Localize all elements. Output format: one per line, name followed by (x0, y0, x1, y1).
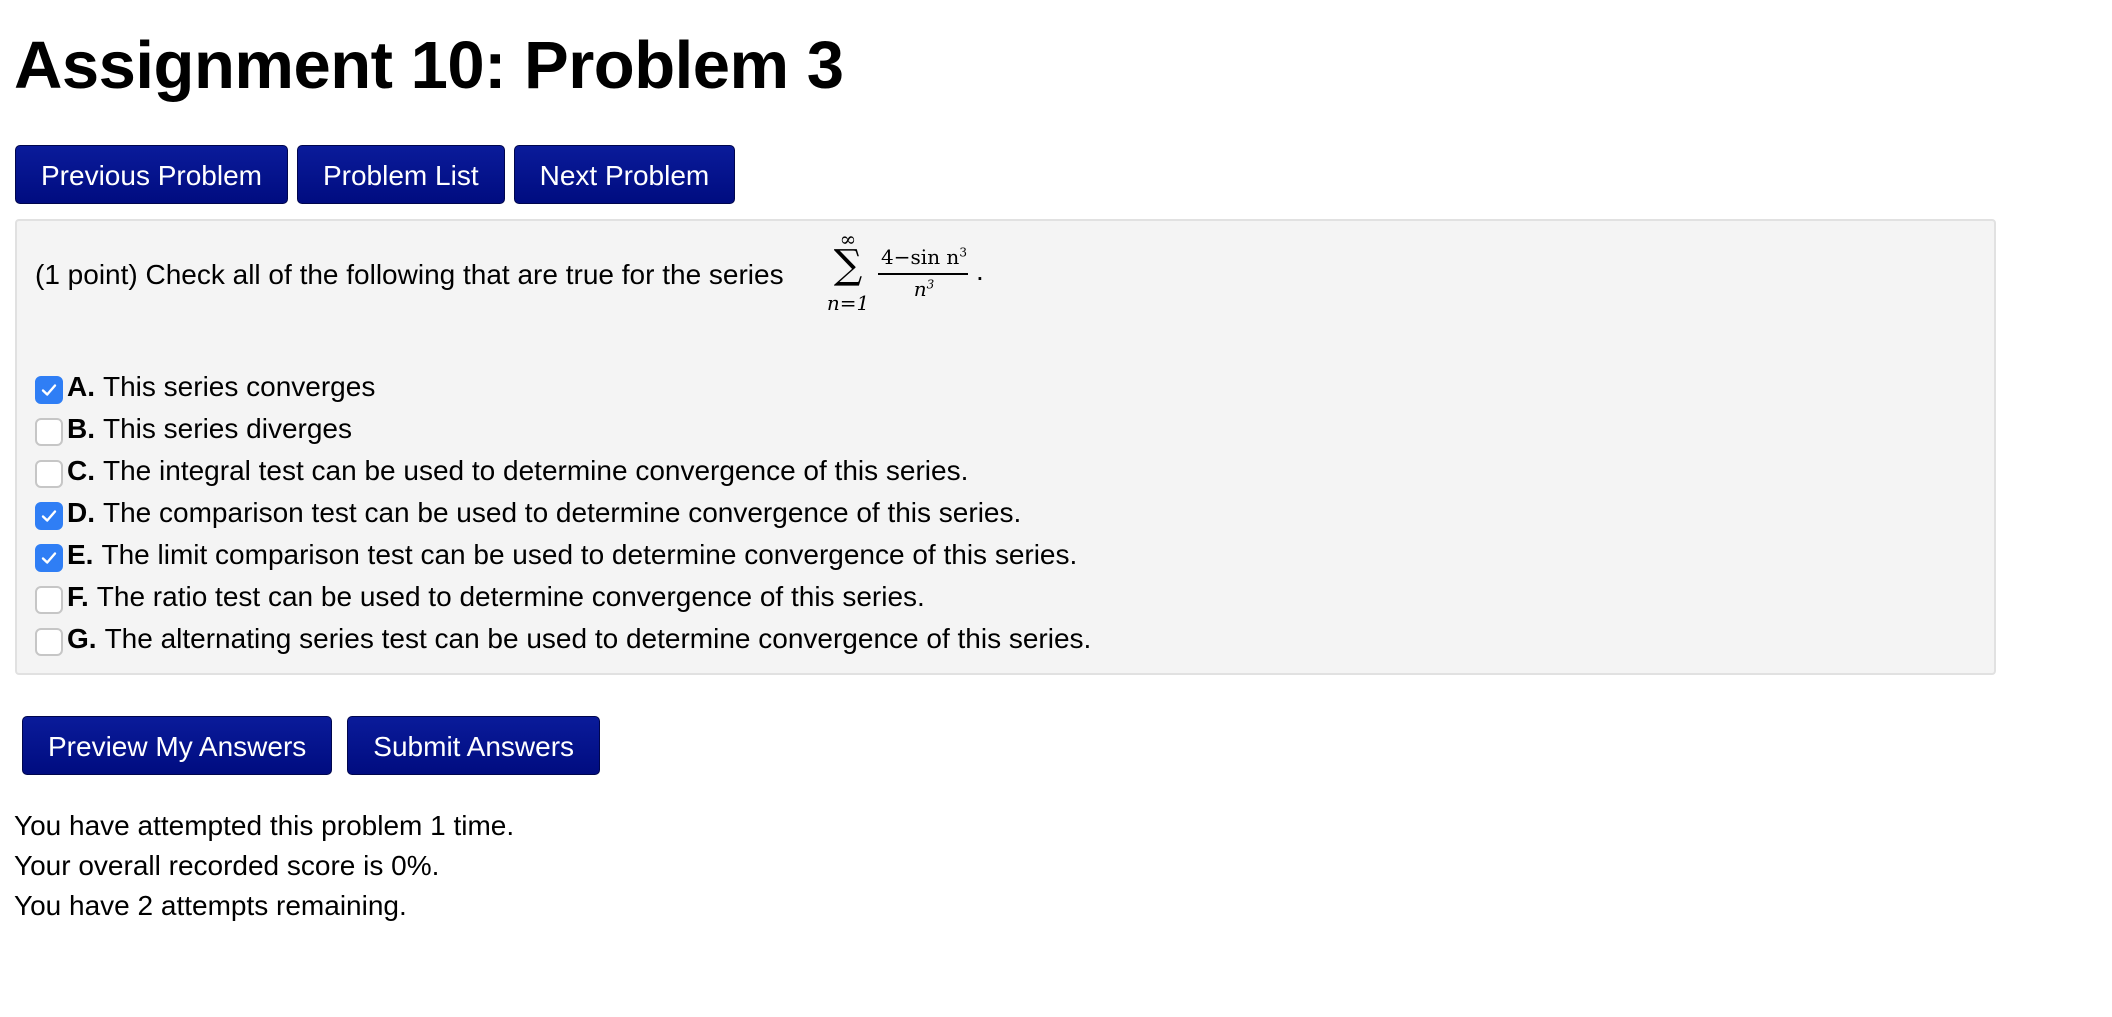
checkbox[interactable] (35, 502, 63, 530)
numerator-exponent: 3 (959, 245, 967, 260)
preview-answers-button[interactable]: Preview My Answers (22, 716, 333, 775)
previous-problem-button[interactable]: Previous Problem (15, 145, 288, 204)
answer-options: A. This series converges B. This series div… (35, 366, 1091, 660)
option-letter: C. (67, 455, 95, 486)
problem-list-button[interactable]: Problem List (296, 145, 505, 204)
denominator-text: n (913, 277, 927, 301)
series-lower-limit: n=1 (826, 291, 870, 315)
checkbox[interactable] (35, 376, 63, 404)
checkmark-icon (41, 384, 57, 396)
checkbox[interactable] (35, 544, 63, 572)
attempts-text: You have attempted this problem 1 time. (14, 810, 515, 841)
problem-nav: Previous Problem Problem List Next Probl… (15, 145, 736, 204)
option-letter: B. (67, 413, 95, 444)
option-letter: F. (67, 581, 89, 612)
problem-panel: (1 point) Check all of the following tha… (15, 219, 1996, 675)
remaining-attempts-text: You have 2 attempts remaining. (14, 890, 407, 921)
numerator-text: 4−sin n (881, 245, 960, 269)
checkmark-icon (41, 510, 57, 522)
option-text: This series converges (103, 371, 376, 402)
option-text: The alternating series test can be used … (104, 623, 1092, 654)
answer-actions: Preview My Answers Submit Answers (22, 716, 601, 775)
option-text: The ratio test can be used to determine … (96, 581, 925, 612)
submit-answers-button[interactable]: Submit Answers (347, 716, 601, 775)
next-problem-button[interactable]: Next Problem (513, 145, 736, 204)
page-title: Assignment 10: Problem 3 (14, 28, 844, 103)
option-a: A. This series converges (35, 366, 1091, 408)
option-c: C. The integral test can be used to deter… (35, 450, 1091, 492)
problem-statement: (1 point) Check all of the following tha… (35, 229, 984, 313)
attempt-status: You have attempted this problem 1 time. … (14, 806, 514, 926)
checkbox[interactable] (35, 460, 63, 488)
score-text: Your overall recorded score is 0%. (14, 850, 440, 881)
series-numerator: 4−sin n3 (878, 245, 970, 269)
option-e: E. The limit comparison test can be used … (35, 534, 1091, 576)
option-text: The limit comparison test can be used to… (101, 539, 1078, 570)
fraction-bar (878, 273, 968, 275)
option-text: This series diverges (103, 413, 352, 444)
series-denominator: n3 (878, 277, 970, 301)
formula-period: . (976, 255, 984, 286)
option-f: F. The ratio test can be used to determin… (35, 576, 1091, 618)
series-formula: ∞ ∑ n=1 4−sin n3 n3 . (827, 229, 990, 343)
sigma-symbol: ∑ (833, 242, 863, 288)
option-b: B. This series diverges (35, 408, 1091, 450)
option-text: The integral test can be used to determi… (103, 455, 969, 486)
option-letter: D. (67, 497, 95, 528)
option-letter: A. (67, 371, 95, 402)
checkbox[interactable] (35, 418, 63, 446)
option-text: The comparison test can be used to deter… (103, 497, 1022, 528)
option-letter: G. (67, 623, 97, 654)
problem-prompt: (1 point) Check all of the following tha… (35, 259, 784, 290)
option-d: D. The comparison test can be used to det… (35, 492, 1091, 534)
checkbox[interactable] (35, 586, 63, 614)
option-letter: E. (67, 539, 94, 570)
denominator-exponent: 3 (926, 277, 935, 292)
checkmark-icon (41, 552, 57, 564)
option-g: G. The alternating series test can be use… (35, 618, 1091, 660)
checkbox[interactable] (35, 628, 63, 656)
